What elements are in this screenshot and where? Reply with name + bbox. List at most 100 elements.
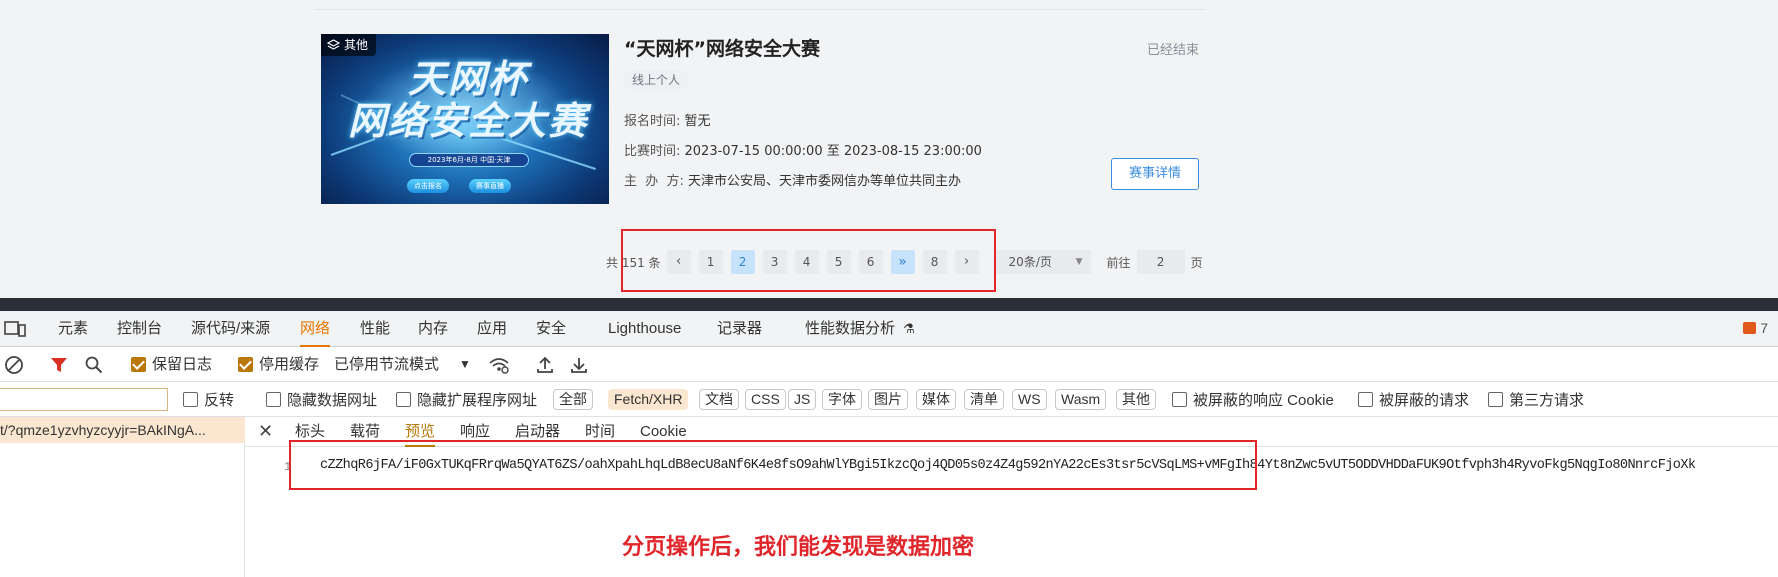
checkbox-checked[interactable]: [238, 357, 253, 372]
issue-flag-icon: [1743, 322, 1757, 334]
organizer: 主 办 方: 天津市公安局、天津市委网信办等单位共同主办: [624, 170, 961, 189]
third-party-checkbox[interactable]: 第三方请求: [1488, 382, 1584, 417]
devtools-resize-bar[interactable]: [0, 298, 1778, 311]
divider: [314, 9, 1206, 10]
issues-count: 7: [1760, 320, 1768, 336]
caret-down-icon: ▼: [459, 357, 471, 371]
signup-time: 报名时间: 暂无: [624, 110, 711, 129]
poster-title-line2: 网络安全大赛: [347, 99, 588, 143]
network-filter-bar: 反转 隐藏数据网址 隐藏扩展程序网址 全部 Fetch/XHR 文档 CSS J…: [0, 382, 1778, 417]
type-filter-manifest[interactable]: 清单: [964, 389, 1004, 410]
type-filter-wasm[interactable]: Wasm: [1055, 389, 1107, 410]
poster-button: 点击报名: [407, 179, 449, 193]
tab-lighthouse[interactable]: Lighthouse: [608, 311, 681, 347]
issues-counter[interactable]: 7: [1743, 320, 1768, 336]
type-filter-ws[interactable]: WS: [1012, 389, 1047, 410]
flask-icon: ⚗: [903, 321, 915, 336]
blocked-cookies-label: 被屏蔽的响应 Cookie: [1193, 392, 1334, 409]
type-filter-other[interactable]: 其他: [1116, 389, 1156, 410]
signup-time-label: 报名时间:: [624, 114, 685, 129]
type-filter-js[interactable]: JS: [788, 389, 817, 410]
highlight-box-response: [289, 440, 1257, 490]
blocked-requests-checkbox[interactable]: 被屏蔽的请求: [1358, 382, 1469, 417]
signup-time-value: 暂无: [684, 114, 711, 129]
tab-recorder[interactable]: 记录器: [717, 311, 762, 347]
invert-checkbox[interactable]: 反转: [183, 382, 234, 417]
hide-data-urls-label: 隐藏数据网址: [287, 392, 378, 409]
page-size-value: 20条/页: [1008, 255, 1052, 269]
blocked-cookies-checkbox[interactable]: 被屏蔽的响应 Cookie: [1172, 382, 1334, 417]
checkbox-unchecked[interactable]: [183, 392, 198, 407]
goto-page-input[interactable]: 2: [1136, 250, 1185, 274]
type-filter-all[interactable]: 全部: [553, 389, 593, 410]
search-icon[interactable]: [85, 347, 103, 382]
type-filter-img[interactable]: 图片: [868, 389, 908, 410]
disable-cache-checkbox[interactable]: 停用缓存: [238, 347, 319, 382]
goto-unit: 页: [1190, 255, 1203, 270]
competition-title[interactable]: “天网杯”网络安全大赛: [624, 34, 820, 61]
hide-extension-urls-checkbox[interactable]: 隐藏扩展程序网址: [396, 382, 537, 417]
goto-label: 前往: [1106, 255, 1131, 270]
import-har-icon[interactable]: [536, 347, 554, 382]
request-row-selected[interactable]: t/?qmze1yzvhyzcyyjr=BAkINgA...: [0, 417, 245, 443]
highlight-box-pagination: [621, 229, 996, 292]
clear-icon[interactable]: [4, 347, 24, 382]
chevron-down-icon: ▼: [1075, 257, 1083, 267]
tab-application[interactable]: 应用: [477, 311, 507, 347]
annotation-text: 分页操作后，我们能发现是数据加密: [622, 535, 975, 560]
tab-performance-insights-label: 性能数据分析: [805, 320, 896, 337]
tab-console[interactable]: 控制台: [117, 311, 162, 347]
poster-date: 2023年6月-8月 中国·天津: [409, 153, 529, 167]
poster-button: 赛事直播: [469, 179, 511, 193]
filter-input[interactable]: [0, 388, 168, 411]
tab-performance-insights[interactable]: 性能数据分析 ⚗: [805, 311, 915, 347]
tab-memory[interactable]: 内存: [418, 311, 448, 347]
invert-label: 反转: [204, 392, 235, 409]
competition-poster[interactable]: 天网杯 网络安全大赛 2023年6月-8月 中国·天津 点击报名 赛事直播: [321, 34, 609, 204]
status-badge: 已经结束: [1146, 43, 1199, 58]
type-filter-fetch-xhr[interactable]: Fetch/XHR: [608, 389, 689, 410]
type-filter-css[interactable]: CSS: [745, 389, 786, 410]
page-size-select[interactable]: 20条/页 ▼: [994, 250, 1091, 274]
export-har-icon[interactable]: [570, 347, 588, 382]
filter-icon[interactable]: [50, 347, 68, 382]
tab-elements[interactable]: 元素: [58, 311, 88, 347]
preserve-log-checkbox[interactable]: 保留日志: [131, 347, 212, 382]
hide-data-urls-checkbox[interactable]: 隐藏数据网址: [266, 382, 377, 417]
mode-tag: 线上个人: [624, 70, 689, 91]
tab-sources[interactable]: 源代码/来源: [191, 311, 270, 347]
checkbox-unchecked[interactable]: [1172, 392, 1187, 407]
devtools-tab-bar: 元素 控制台 源代码/来源 网络 性能 内存 应用 安全 Lighthouse …: [0, 311, 1778, 347]
organizer-value: 天津市公安局、天津市委网信办等单位共同主办: [688, 174, 962, 189]
type-filter-media[interactable]: 媒体: [916, 389, 956, 410]
category-tag: 其他: [321, 34, 377, 56]
blocked-requests-label: 被屏蔽的请求: [1379, 392, 1470, 409]
checkbox-unchecked[interactable]: [1488, 392, 1503, 407]
checkbox-checked[interactable]: [131, 357, 146, 372]
third-party-label: 第三方请求: [1509, 392, 1585, 409]
device-toolbar-icon[interactable]: [4, 321, 26, 342]
competition-time: 比赛时间: 2023-07-15 00:00:00 至 2023-08-15 2…: [624, 140, 982, 159]
hide-extension-urls-label: 隐藏扩展程序网址: [417, 392, 538, 409]
throttling-select[interactable]: 已停用节流模式 ▼: [334, 347, 471, 382]
request-list: t/?qmze1yzvhyzcyyjr=BAkINgA...: [0, 417, 245, 577]
tab-performance[interactable]: 性能: [360, 311, 390, 347]
type-filter-doc[interactable]: 文档: [699, 389, 739, 410]
network-toolbar: 保留日志 停用缓存 已停用节流模式 ▼: [0, 347, 1778, 382]
disable-cache-label: 停用缓存: [259, 356, 320, 373]
competition-time-value: 2023-07-15 00:00:00 至 2023-08-15 23:00:0…: [684, 144, 982, 159]
checkbox-unchecked[interactable]: [266, 392, 281, 407]
category-tag-label: 其他: [344, 38, 369, 52]
competition-time-label: 比赛时间:: [624, 144, 685, 159]
layers-icon: [327, 38, 340, 52]
tab-network[interactable]: 网络: [300, 311, 331, 347]
preserve-log-label: 保留日志: [152, 356, 213, 373]
checkbox-unchecked[interactable]: [396, 392, 411, 407]
type-filter-font[interactable]: 字体: [822, 389, 862, 410]
tab-security[interactable]: 安全: [536, 311, 566, 347]
close-icon[interactable]: ✕: [258, 421, 273, 442]
network-conditions-icon[interactable]: [488, 347, 510, 382]
competition-detail-button[interactable]: 赛事详情: [1111, 158, 1199, 190]
throttling-value: 已停用节流模式: [334, 356, 440, 373]
checkbox-unchecked[interactable]: [1358, 392, 1373, 407]
